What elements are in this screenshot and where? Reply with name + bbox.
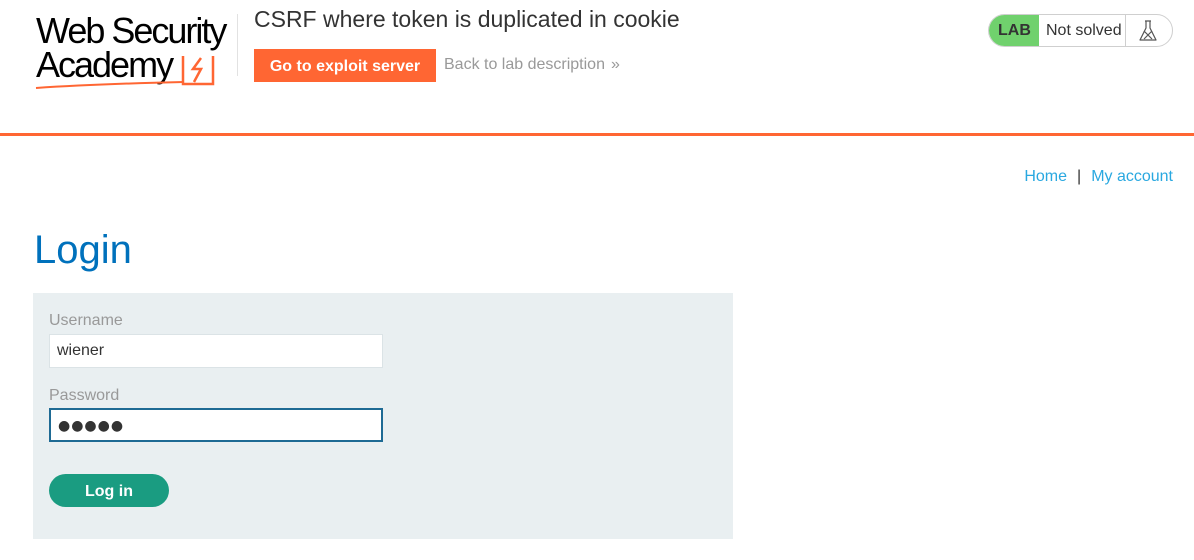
username-input[interactable]: wiener bbox=[49, 334, 383, 368]
lab-badge: LAB bbox=[989, 15, 1039, 46]
login-form: Username wiener Password ●●●●● Log in bbox=[33, 293, 733, 539]
flask-icon bbox=[1139, 20, 1157, 41]
lab-status-text: Not solved bbox=[1039, 15, 1126, 46]
web-security-academy-logo[interactable]: Web Security Academy bbox=[34, 10, 239, 89]
back-to-lab-description-link[interactable]: Back to lab description » bbox=[444, 56, 620, 74]
log-in-button[interactable]: Log in bbox=[49, 474, 169, 507]
nav-home-link[interactable]: Home bbox=[1024, 168, 1067, 185]
username-label: Username bbox=[49, 312, 123, 329]
back-link-label: Back to lab description bbox=[444, 56, 605, 73]
top-navigation: Home | My account bbox=[1024, 168, 1173, 186]
go-to-exploit-server-button[interactable]: Go to exploit server bbox=[254, 49, 436, 82]
lab-status-widget: LAB Not solved bbox=[988, 14, 1173, 47]
lab-title: CSRF where token is duplicated in cookie bbox=[254, 6, 680, 32]
nav-my-account-link[interactable]: My account bbox=[1091, 168, 1173, 185]
password-masked-value: ●●●●● bbox=[58, 418, 125, 434]
site-header: Web Security Academy CSRF where token is… bbox=[0, 0, 1194, 136]
password-input[interactable]: ●●●●● bbox=[49, 408, 383, 442]
logo-swoosh-icon bbox=[35, 81, 185, 89]
password-label: Password bbox=[49, 387, 120, 404]
double-chevron-right-icon: » bbox=[610, 56, 620, 73]
header-divider bbox=[237, 14, 238, 76]
page-title: Login bbox=[34, 228, 132, 272]
nav-separator: | bbox=[1077, 168, 1082, 185]
